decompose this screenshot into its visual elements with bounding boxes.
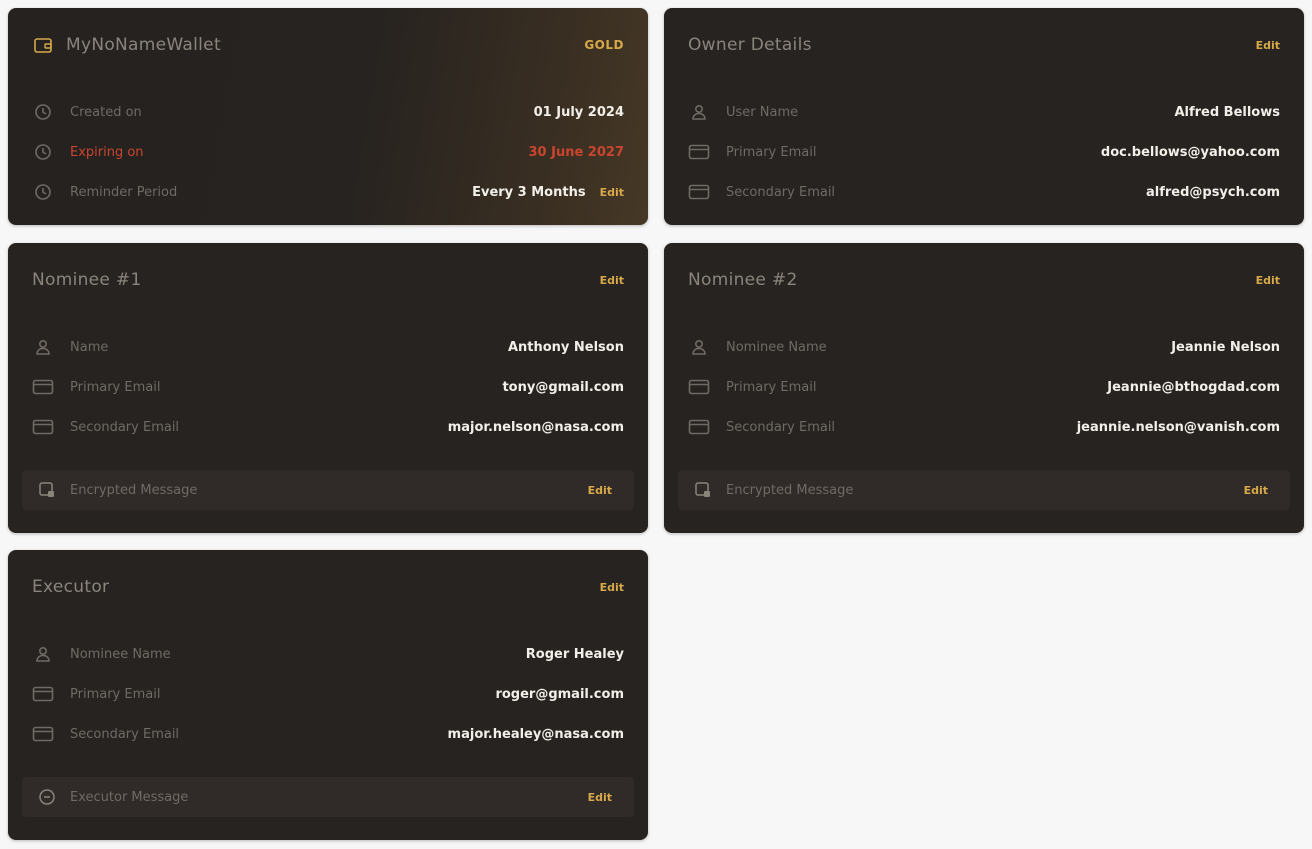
owner-primary-label: Primary Email — [726, 144, 817, 160]
nominee-2-secondary-label: Secondary Email — [726, 419, 836, 435]
owner-secondary-row: Secondary Email alfred@psych.com — [688, 181, 1280, 203]
mail-icon — [688, 418, 710, 436]
nominee-2-name-value: Jeannie Nelson — [1171, 339, 1280, 355]
executor-message-bar: Executor Message Edit — [22, 777, 634, 817]
expiring-value: 30 June 2027 — [528, 144, 625, 160]
user-icon — [688, 338, 710, 356]
user-icon — [32, 338, 54, 356]
executor-primary-value: roger@gmail.com — [495, 686, 624, 702]
executor-name-value: Roger Healey — [525, 646, 624, 662]
nominee-1-name-row: Name Anthony Nelson — [32, 336, 624, 358]
nominee-1-primary-row: Primary Email tony@gmail.com — [32, 376, 624, 398]
owner-secondary-value: alfred@psych.com — [1145, 184, 1280, 200]
owner-secondary-label: Secondary Email — [726, 184, 836, 200]
owner-username-label: User Name — [726, 104, 799, 120]
nominee-1-primary-label: Primary Email — [70, 379, 161, 395]
clock-icon — [32, 183, 54, 201]
wallet-card: MyNoNameWallet GOLD Created on 01 July 2… — [8, 8, 648, 225]
wallet-card-header: MyNoNameWallet GOLD — [32, 34, 624, 56]
owner-primary-row: Primary Email doc.bellows@yahoo.com — [688, 141, 1280, 163]
expiring-label: Expiring on — [70, 144, 144, 160]
nominee-1-message-label: Encrypted Message — [70, 482, 198, 498]
executor-secondary-value: major.healey@nasa.com — [447, 726, 624, 742]
mail-icon — [32, 725, 54, 743]
wallet-title: MyNoNameWallet — [32, 35, 221, 55]
owner-details-card: Owner Details Edit User Name Alfred Bell… — [664, 8, 1304, 225]
owner-card-header: Owner Details Edit — [688, 34, 1280, 56]
nominee-1-header: Nominee #1 Edit — [32, 269, 624, 291]
edit-nominee-1-message-button[interactable]: Edit — [588, 484, 612, 497]
wallet-name: MyNoNameWallet — [66, 35, 221, 55]
edit-executor-message-button[interactable]: Edit — [588, 791, 612, 804]
nominee-2-secondary-value: jeannie.nelson@vanish.com — [1076, 419, 1280, 435]
nominee-1-primary-value: tony@gmail.com — [502, 379, 624, 395]
edit-executor-button[interactable]: Edit — [600, 581, 624, 594]
tier-badge: GOLD — [584, 38, 624, 52]
mail-icon — [688, 143, 710, 161]
reminder-label: Reminder Period — [70, 184, 178, 200]
owner-primary-value: doc.bellows@yahoo.com — [1100, 144, 1280, 160]
nominee-2-title: Nominee #2 — [688, 270, 798, 290]
reminder-value: Every 3 Months — [472, 184, 586, 200]
nominee-1-secondary-value: major.nelson@nasa.com — [447, 419, 624, 435]
nominee-1-title: Nominee #1 — [32, 270, 142, 290]
nominee-2-name-label: Nominee Name — [726, 339, 827, 355]
edit-nominee-2-button[interactable]: Edit — [1256, 274, 1280, 287]
nominee-2-primary-label: Primary Email — [726, 379, 817, 395]
mail-icon — [32, 378, 54, 396]
clock-icon — [32, 103, 54, 121]
nominee-2-card: Nominee #2 Edit Nominee Name Jeannie Nel… — [664, 243, 1304, 533]
edit-reminder-button[interactable]: Edit — [600, 186, 624, 199]
owner-username-row: User Name Alfred Bellows — [688, 101, 1280, 123]
nominee-1-card: Nominee #1 Edit Name Anthony Nelson Prim… — [8, 243, 648, 533]
reminder-row: Reminder Period Every 3 Months Edit — [32, 181, 624, 203]
edit-owner-button[interactable]: Edit — [1256, 39, 1280, 52]
nominee-2-header: Nominee #2 Edit — [688, 269, 1280, 291]
created-label: Created on — [70, 104, 142, 120]
message-lock-icon — [36, 481, 58, 499]
mail-icon — [32, 685, 54, 703]
nominee-1-secondary-label: Secondary Email — [70, 419, 180, 435]
user-icon — [32, 645, 54, 663]
edit-nominee-1-button[interactable]: Edit — [600, 274, 624, 287]
executor-card: Executor Edit Nominee Name Roger Healey … — [8, 550, 648, 840]
nominee-2-secondary-row: Secondary Email jeannie.nelson@vanish.co… — [688, 416, 1280, 438]
executor-secondary-label: Secondary Email — [70, 726, 180, 742]
clock-icon — [32, 143, 54, 161]
nominee-2-primary-row: Primary Email Jeannie@bthogdad.com — [688, 376, 1280, 398]
nominee-2-message-bar: Encrypted Message Edit — [678, 470, 1290, 510]
message-icon — [36, 788, 58, 806]
executor-message-label: Executor Message — [70, 789, 189, 805]
message-lock-icon — [692, 481, 714, 499]
user-icon — [688, 103, 710, 121]
mail-icon — [32, 418, 54, 436]
executor-primary-row: Primary Email roger@gmail.com — [32, 683, 624, 705]
executor-header: Executor Edit — [32, 576, 624, 598]
nominee-1-secondary-row: Secondary Email major.nelson@nasa.com — [32, 416, 624, 438]
executor-title: Executor — [32, 577, 110, 597]
owner-username-value: Alfred Bellows — [1174, 104, 1280, 120]
nominee-1-message-bar: Encrypted Message Edit — [22, 470, 634, 510]
mail-icon — [688, 183, 710, 201]
created-row: Created on 01 July 2024 — [32, 101, 624, 123]
owner-title: Owner Details — [688, 35, 812, 55]
executor-name-label: Nominee Name — [70, 646, 171, 662]
created-value: 01 July 2024 — [533, 104, 624, 120]
nominee-1-name-label: Name — [70, 339, 109, 355]
wallet-icon — [32, 36, 54, 54]
nominee-2-name-row: Nominee Name Jeannie Nelson — [688, 336, 1280, 358]
nominee-2-primary-value: Jeannie@bthogdad.com — [1107, 379, 1280, 395]
executor-name-row: Nominee Name Roger Healey — [32, 643, 624, 665]
nominee-2-message-label: Encrypted Message — [726, 482, 854, 498]
executor-secondary-row: Secondary Email major.healey@nasa.com — [32, 723, 624, 745]
executor-primary-label: Primary Email — [70, 686, 161, 702]
nominee-1-name-value: Anthony Nelson — [507, 339, 624, 355]
edit-nominee-2-message-button[interactable]: Edit — [1244, 484, 1268, 497]
mail-icon — [688, 378, 710, 396]
expiring-row: Expiring on 30 June 2027 — [32, 141, 624, 163]
